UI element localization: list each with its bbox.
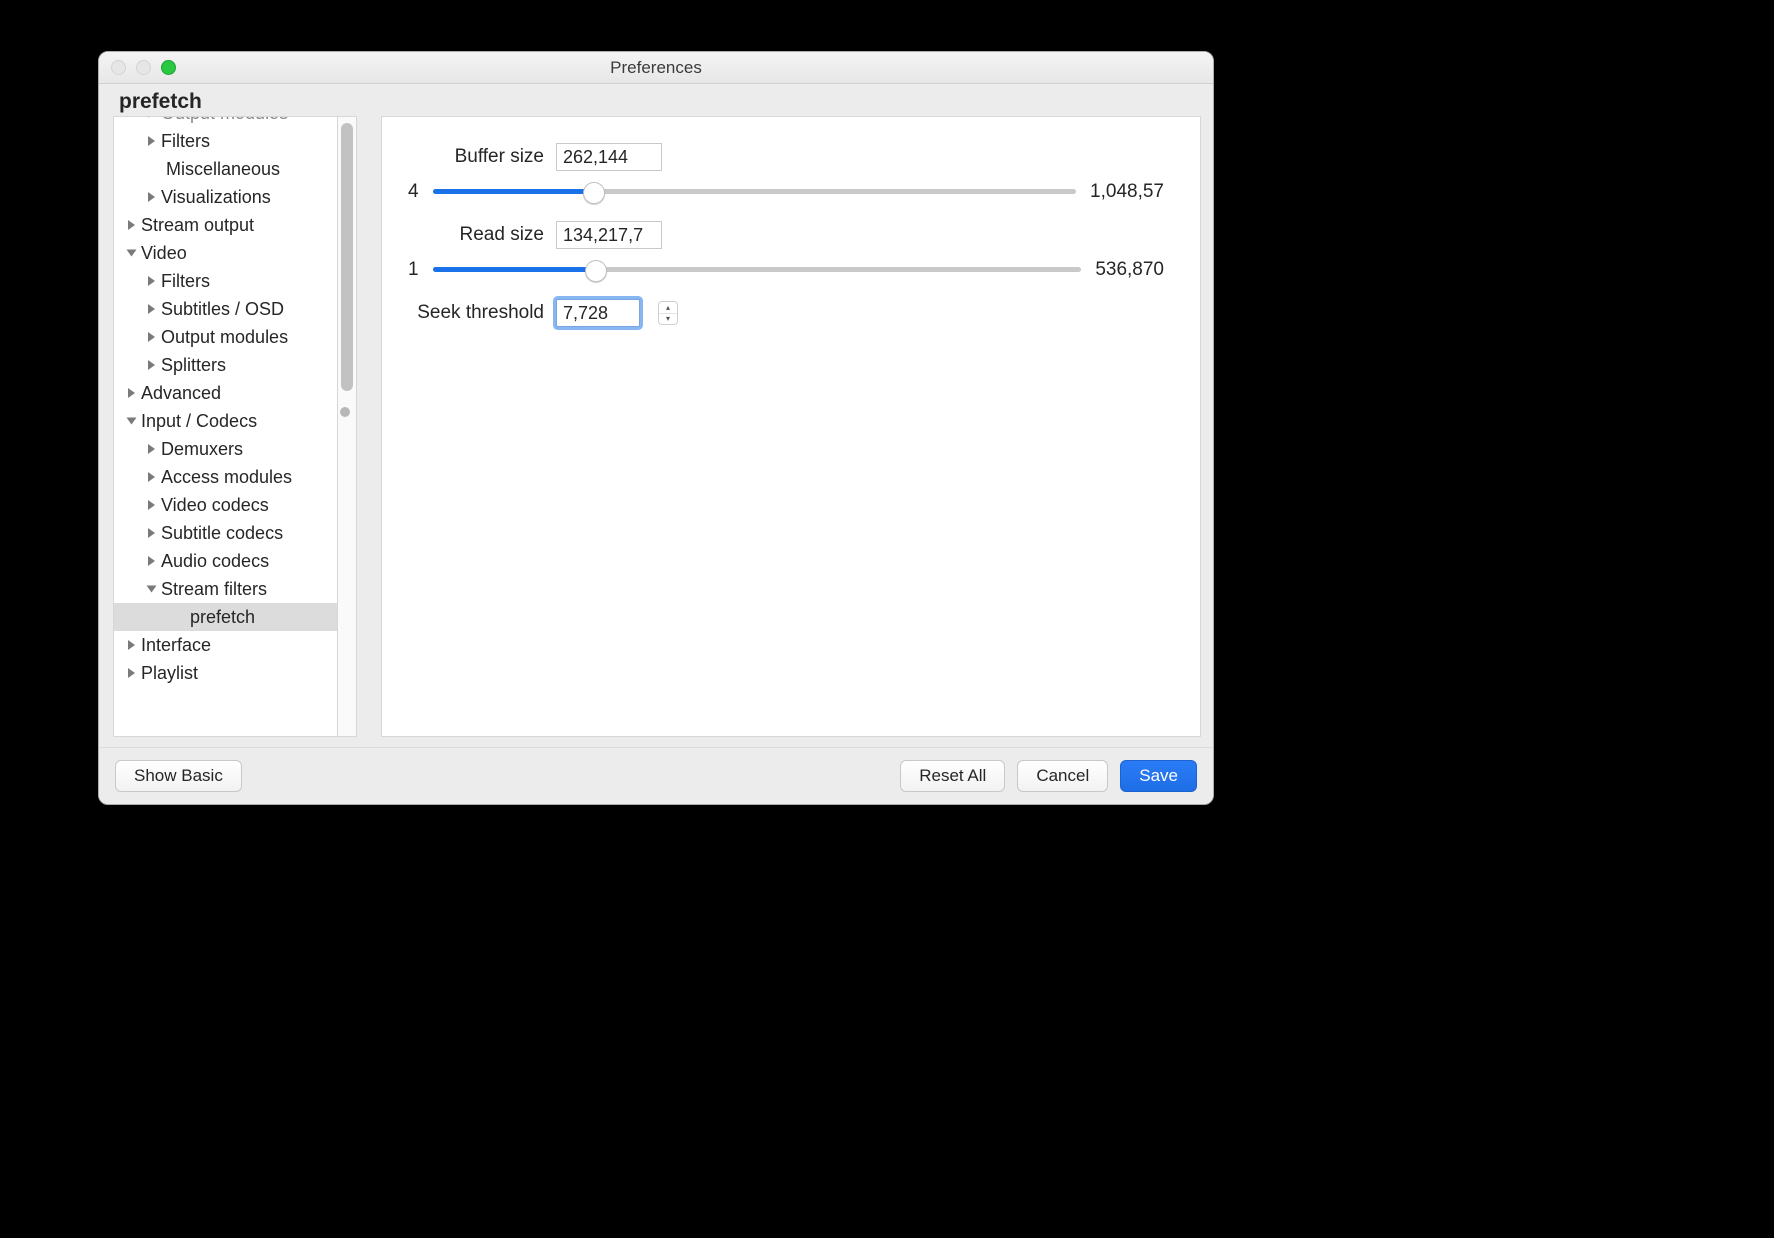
tree-item-label: Visualizations <box>161 187 271 208</box>
scroll-thumb[interactable] <box>341 123 353 391</box>
read-size-max: 536,870 <box>1095 259 1164 281</box>
tree-item[interactable]: Video codecs <box>114 491 337 519</box>
disclosure-closed-icon[interactable] <box>128 388 135 398</box>
disclosure-closed-icon[interactable] <box>148 332 155 342</box>
preferences-window: Preferences prefetch Output modules Filte… <box>98 51 1214 805</box>
tree-item-label: Playlist <box>141 663 198 684</box>
tree-item[interactable]: Demuxers <box>114 435 337 463</box>
disclosure-closed-icon[interactable] <box>148 528 155 538</box>
tree-item-label: Output modules <box>161 327 288 348</box>
show-basic-button[interactable]: Show Basic <box>115 760 242 792</box>
disclosure-closed-icon[interactable] <box>148 192 155 202</box>
tree-item[interactable]: Interface <box>114 631 337 659</box>
tree-item-label: Advanced <box>141 383 221 404</box>
disclosure-closed-icon[interactable] <box>148 136 155 146</box>
settings-panel: Buffer size 262,144 4 1,048,57 Read size… <box>381 116 1201 737</box>
slider-knob[interactable] <box>585 260 607 282</box>
tree-item-label: Audio codecs <box>161 551 269 572</box>
disclosure-closed-icon[interactable] <box>148 116 155 118</box>
tree-item-label: Demuxers <box>161 439 243 460</box>
tree-item-label: Access modules <box>161 467 292 488</box>
tree-item[interactable]: Output modules <box>114 116 337 127</box>
disclosure-closed-icon[interactable] <box>128 640 135 650</box>
tree-item-label: Miscellaneous <box>166 159 280 180</box>
reset-all-button[interactable]: Reset All <box>900 760 1005 792</box>
tree-item-label: Video <box>141 243 187 264</box>
seek-threshold-value: 7,728 <box>563 303 608 324</box>
tree-item[interactable]: Audio codecs <box>114 547 337 575</box>
window-controls <box>111 60 176 75</box>
tree-item-label: Output modules <box>161 116 288 124</box>
read-size-min: 1 <box>408 259 419 281</box>
tree-item-label: Subtitle codecs <box>161 523 283 544</box>
section-header: prefetch <box>99 84 1213 116</box>
tree-item-label: Input / Codecs <box>141 411 257 432</box>
footer: Show Basic Reset All Cancel Save <box>99 747 1213 804</box>
tree-item[interactable]: Access modules <box>114 463 337 491</box>
tree-item-label: Splitters <box>161 355 226 376</box>
read-size-slider[interactable] <box>433 259 1082 281</box>
window-title: Preferences <box>99 58 1213 78</box>
tree-item-label: Subtitles / OSD <box>161 299 284 320</box>
cancel-button[interactable]: Cancel <box>1017 760 1108 792</box>
disclosure-closed-icon[interactable] <box>148 304 155 314</box>
tree-item-label: Filters <box>161 131 210 152</box>
disclosure-closed-icon[interactable] <box>148 556 155 566</box>
buffer-size-field[interactable]: 262,144 <box>556 143 662 171</box>
titlebar: Preferences <box>99 52 1213 84</box>
tree-item[interactable]: Filters <box>114 127 337 155</box>
tree-item-label: Stream output <box>141 215 254 236</box>
tree-item-label: Filters <box>161 271 210 292</box>
buffer-size-min: 4 <box>408 181 419 203</box>
tree-item-label: Interface <box>141 635 211 656</box>
disclosure-closed-icon[interactable] <box>128 220 135 230</box>
save-button[interactable]: Save <box>1120 760 1197 792</box>
tree-item[interactable]: Video <box>114 239 337 267</box>
disclosure-open-icon[interactable] <box>127 418 137 425</box>
buffer-size-max: 1,048,57 <box>1090 181 1164 203</box>
tree-item-label: Video codecs <box>161 495 269 516</box>
tree-item[interactable]: Advanced <box>114 379 337 407</box>
buffer-size-value: 262,144 <box>563 147 628 168</box>
minimize-button[interactable] <box>136 60 151 75</box>
seek-threshold-label: Seek threshold <box>408 302 544 324</box>
tree-item[interactable]: Input / Codecs <box>114 407 337 435</box>
tree-item[interactable]: Filters <box>114 267 337 295</box>
stepper-up-icon[interactable]: ▴ <box>659 302 677 314</box>
tree-item[interactable]: Playlist <box>114 659 337 687</box>
zoom-button[interactable] <box>161 60 176 75</box>
tree-item[interactable]: Miscellaneous <box>114 155 337 183</box>
disclosure-closed-icon[interactable] <box>148 472 155 482</box>
disclosure-closed-icon[interactable] <box>148 360 155 370</box>
tree-item[interactable]: prefetch <box>114 603 337 631</box>
scroll-nub[interactable] <box>340 407 350 417</box>
tree-item[interactable]: Stream output <box>114 211 337 239</box>
disclosure-closed-icon[interactable] <box>128 668 135 678</box>
seek-threshold-field[interactable]: 7,728 <box>556 299 640 327</box>
read-size-value: 134,217,7 <box>563 225 643 246</box>
tree-item[interactable]: Splitters <box>114 351 337 379</box>
disclosure-closed-icon[interactable] <box>148 276 155 286</box>
disclosure-closed-icon[interactable] <box>148 444 155 454</box>
slider-knob[interactable] <box>583 182 605 204</box>
tree-item[interactable]: Output modules <box>114 323 337 351</box>
tree-item[interactable]: Subtitle codecs <box>114 519 337 547</box>
disclosure-open-icon[interactable] <box>147 586 157 593</box>
close-button[interactable] <box>111 60 126 75</box>
disclosure-closed-icon[interactable] <box>148 500 155 510</box>
stepper-down-icon[interactable]: ▾ <box>659 314 677 325</box>
category-tree[interactable]: Output modules Filters Miscellaneous Visual… <box>113 116 338 737</box>
buffer-size-label: Buffer size <box>408 146 544 168</box>
disclosure-open-icon[interactable] <box>127 250 137 257</box>
tree-item-label: prefetch <box>190 607 255 628</box>
tree-item[interactable]: Stream filters <box>114 575 337 603</box>
read-size-field[interactable]: 134,217,7 <box>556 221 662 249</box>
sidebar-scrollbar[interactable] <box>338 116 357 737</box>
seek-threshold-stepper[interactable]: ▴ ▾ <box>658 301 678 325</box>
read-size-label: Read size <box>408 224 544 246</box>
buffer-size-slider[interactable] <box>433 181 1076 203</box>
tree-item-label: Stream filters <box>161 579 267 600</box>
tree-item[interactable]: Visualizations <box>114 183 337 211</box>
tree-item[interactable]: Subtitles / OSD <box>114 295 337 323</box>
